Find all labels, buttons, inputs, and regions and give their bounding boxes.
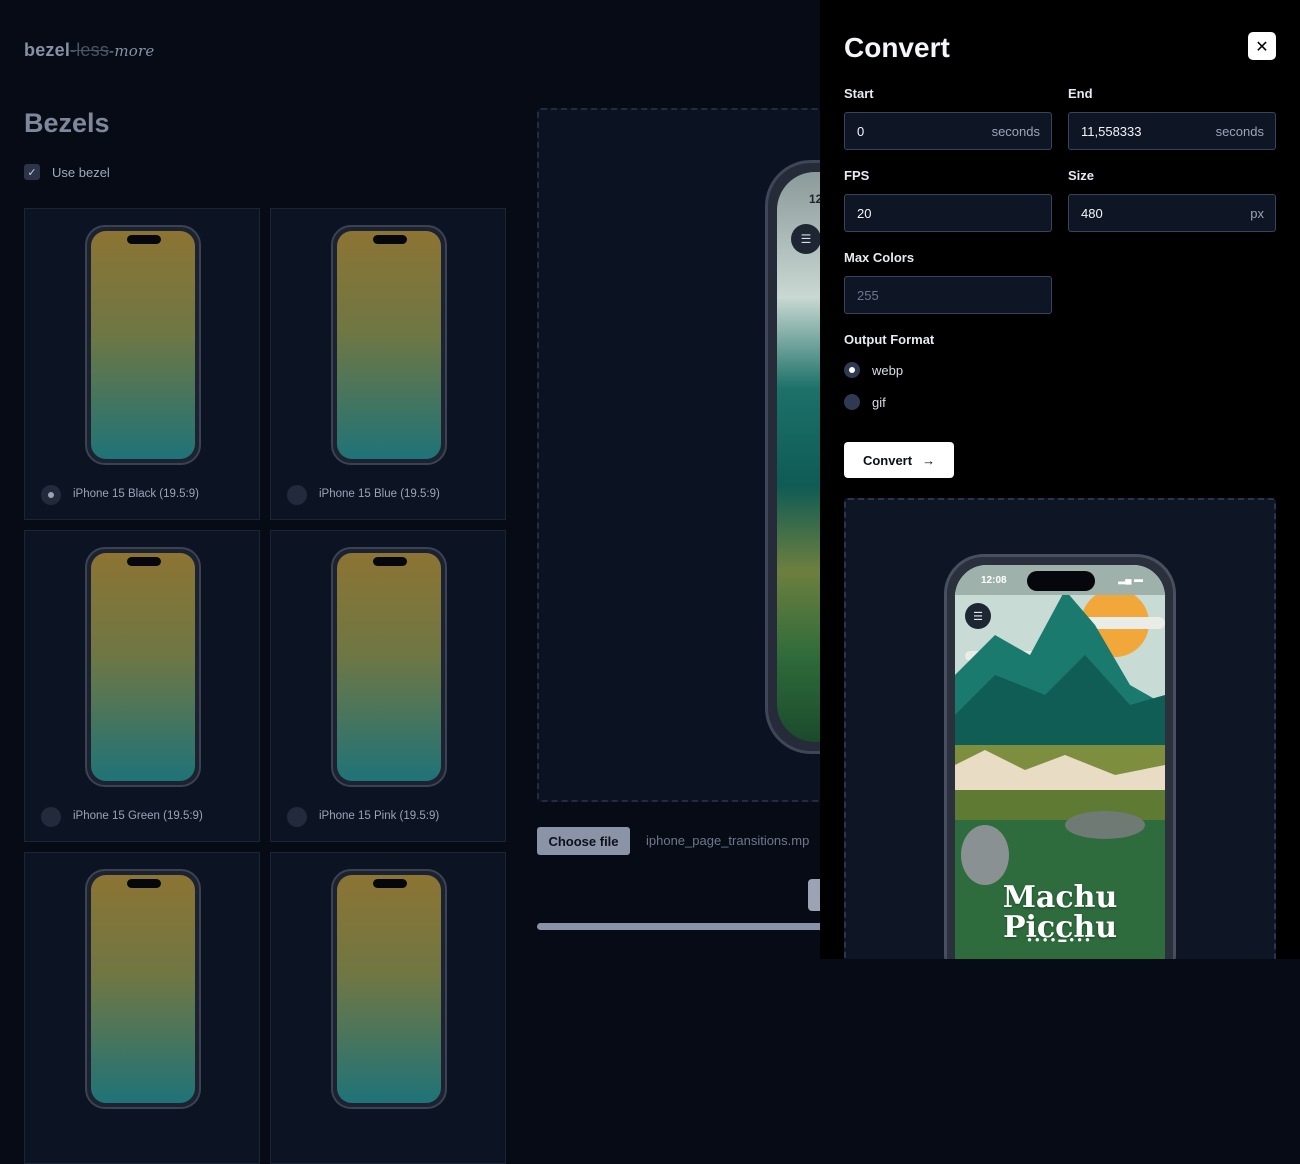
bezel-card[interactable] [24,852,260,1164]
use-bezel-toggle[interactable]: ✓ Use bezel [24,164,110,180]
menu-icon: ☰ [791,224,821,254]
format-radio-webp[interactable] [844,362,860,378]
output-format-label: Output Format [844,332,935,347]
arrow-right-icon: → [922,452,936,468]
bezel-label: iPhone 15 Pink (19.5:9) [319,810,440,822]
choose-file-button[interactable]: Choose file [537,827,630,855]
convert-button-label: Convert [862,452,913,468]
format-label-webp: webp [872,362,904,378]
video-dropzone[interactable]: 12 ☰ [537,108,837,802]
bezel-card[interactable]: iPhone 15 Green (19.5:9) [24,530,260,842]
bezel-card[interactable]: iPhone 15 Black (19.5:9) [24,208,260,520]
status-time: 12:08 [981,575,1007,586]
bezel-phone-preview [331,225,447,465]
size-input[interactable] [1069,195,1199,231]
bezel-phone-preview [331,547,447,787]
format-option-webp[interactable]: webp [844,362,903,378]
output-phone: 12:08 ▂▄ ▬ ☰ Machu Picchu ●●●●▬●●● [944,554,1176,959]
end-label: End [1068,86,1093,101]
fps-field[interactable] [844,194,1052,232]
bezels-heading: Bezels [24,108,110,138]
logo-part-bezel: bezel [24,40,71,60]
size-label: Size [1068,168,1095,183]
logo-part-more: -more [109,42,155,60]
start-field[interactable]: seconds [844,112,1052,150]
max-colors-input[interactable] [845,277,975,313]
start-unit: seconds [991,124,1040,139]
size-unit: px [1250,206,1264,221]
bezel-radio[interactable] [287,485,307,505]
format-label-gif: gif [872,394,886,410]
format-option-gif[interactable]: gif [844,394,886,410]
page-dots-icon: ●●●●▬●●● [1027,935,1093,944]
bezel-card[interactable]: iPhone 15 Pink (19.5:9) [270,530,506,842]
fps-label: FPS [844,168,870,183]
start-label: Start [844,86,874,101]
file-name: iphone_page_transitions.mp [646,833,810,848]
dynamic-island [1027,571,1095,591]
max-colors-label: Max Colors [844,250,915,265]
bezel-label: iPhone 15 Blue (19.5:9) [319,488,440,500]
bezel-card[interactable] [270,852,506,1164]
close-button[interactable]: ✕ [1248,32,1276,60]
max-colors-field[interactable] [844,276,1052,314]
bezel-phone-preview [85,869,201,1109]
logo-part-less: -less [70,40,110,60]
status-icons: ▂▄ ▬ [1118,574,1143,584]
end-field[interactable]: seconds [1068,112,1276,150]
bezel-radio[interactable] [287,807,307,827]
bezel-card[interactable]: iPhone 15 Blue (19.5:9) [270,208,506,520]
use-bezel-label: Use bezel [52,164,110,180]
menu-icon: ☰ [965,603,991,629]
convert-panel: Convert ✕ Start seconds End seconds FPS … [820,0,1300,959]
bezel-phone-preview [331,869,447,1109]
close-icon: ✕ [1255,36,1269,56]
convert-title: Convert [844,32,950,63]
fps-input[interactable] [845,195,975,231]
bezel-phone-preview [85,547,201,787]
app-logo: bezel-less-more [24,40,154,61]
output-preview: 12:08 ▂▄ ▬ ☰ Machu Picchu ●●●●▬●●● [844,498,1276,959]
bezel-label: iPhone 15 Black (19.5:9) [73,488,199,500]
format-radio-gif[interactable] [844,394,860,410]
bezel-radio[interactable] [41,485,61,505]
preview-title-line1: Machu [1002,880,1118,915]
use-bezel-checkbox[interactable]: ✓ [24,164,40,180]
end-unit: seconds [1215,124,1264,139]
start-input[interactable] [845,113,975,149]
end-input[interactable] [1069,113,1199,149]
bezel-radio[interactable] [41,807,61,827]
progress-bar [537,923,827,930]
bezel-phone-preview [85,225,201,465]
convert-button[interactable]: Convert → [844,442,954,478]
bezel-label: iPhone 15 Green (19.5:9) [73,810,203,822]
size-field[interactable]: px [1068,194,1276,232]
